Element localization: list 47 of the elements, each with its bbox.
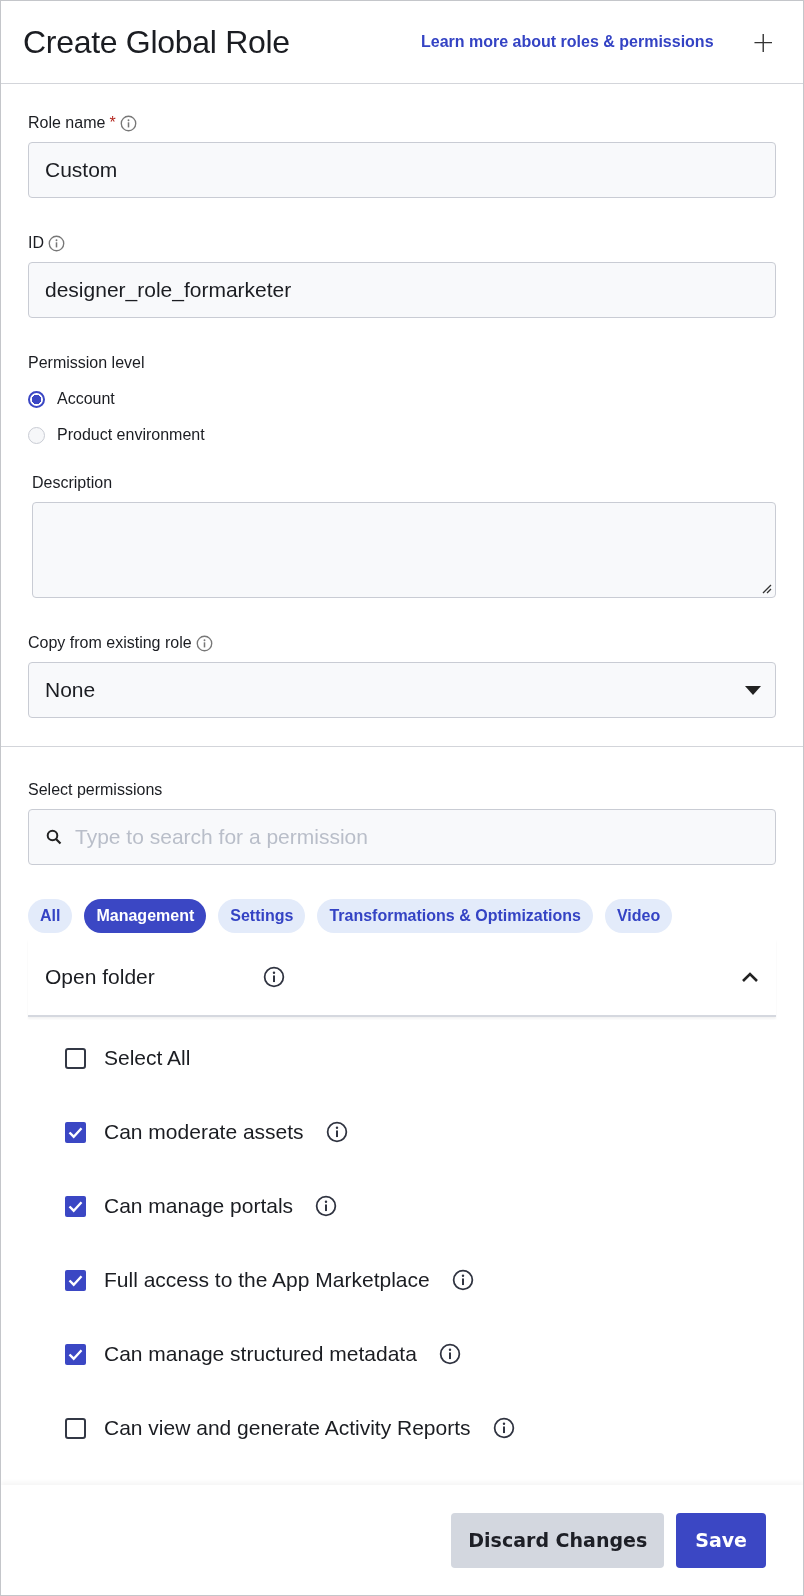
role-dropdown[interactable]: None (28, 662, 776, 718)
radio-label: Product environment (57, 426, 205, 444)
field-label: Role name (28, 114, 106, 132)
field-label: Permission level (28, 354, 145, 372)
checkbox[interactable] (65, 1269, 86, 1291)
chevron-icon[interactable] (741, 971, 759, 983)
checkbox[interactable] (65, 1343, 86, 1365)
search-icon (46, 829, 62, 845)
page-title: Create Global Role (23, 23, 291, 61)
permission-label: Full access to the App Marketplace (104, 1268, 430, 1292)
id-field[interactable]: designer_role_formarketer (28, 262, 776, 318)
resize-handle-icon[interactable] (760, 582, 772, 594)
filter-chip[interactable]: Transformations & Optimizations (317, 899, 593, 933)
checkbox[interactable] (65, 1121, 86, 1143)
description-field[interactable] (32, 502, 776, 598)
field-label: ID (28, 234, 44, 252)
permission-label: Can view and generate Activity Reports (104, 1416, 471, 1440)
discard-button[interactable]: Discard Changes (451, 1512, 665, 1568)
filter-chip[interactable]: All (28, 899, 73, 933)
folder-title: Open folder (45, 965, 156, 989)
radio-label: Account (57, 390, 115, 408)
filter-chip[interactable]: Video (604, 899, 673, 933)
checkbox[interactable] (65, 1047, 86, 1069)
info-icon (263, 966, 285, 988)
permission-label: Select All (104, 1046, 191, 1070)
help-link[interactable]: Learn more about roles & permissions (421, 33, 714, 51)
field-label: Description (32, 474, 113, 492)
field-label: Select permissions (28, 781, 163, 799)
save-button[interactable]: Save (676, 1512, 766, 1568)
field-label: Copy from existing role (28, 634, 192, 652)
role-name-field[interactable]: Custom (28, 142, 776, 198)
folder-header[interactable]: Open folder (28, 939, 776, 1017)
info-icon (48, 234, 65, 252)
checkbox[interactable] (65, 1195, 86, 1217)
search-field[interactable]: Type to search for a permission (28, 809, 776, 865)
close-button[interactable]: + (745, 25, 781, 59)
filter-chip[interactable]: Management (84, 899, 207, 933)
filter-chip[interactable]: Settings (218, 899, 306, 933)
checkbox[interactable] (65, 1417, 86, 1439)
permission-label: Can moderate assets (104, 1120, 304, 1144)
info-icon (195, 634, 213, 652)
required-mark: * (109, 114, 116, 132)
caret-icon (745, 685, 761, 695)
info-icon (119, 114, 137, 132)
permission-label: Can manage structured metadata (104, 1342, 417, 1366)
radio-button[interactable] (28, 390, 45, 408)
permission-label: Can manage portals (104, 1194, 294, 1218)
